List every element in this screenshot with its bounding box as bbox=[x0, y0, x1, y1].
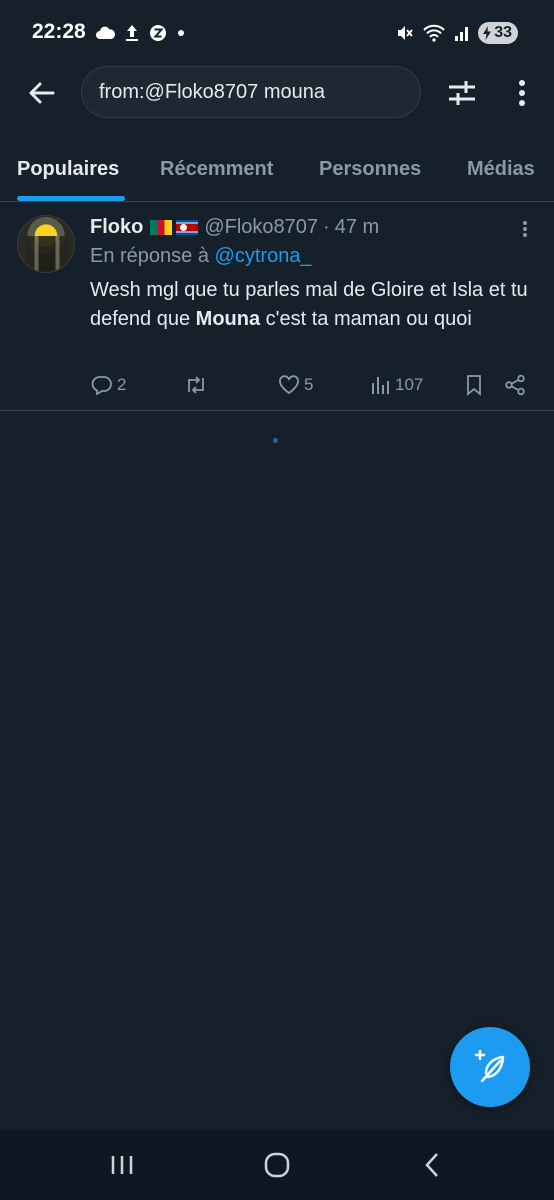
bar-chart-icon bbox=[372, 377, 389, 394]
tab-medias[interactable]: Médias bbox=[467, 158, 535, 181]
reply-prefix: En réponse à bbox=[90, 245, 209, 267]
app-z-icon bbox=[150, 25, 166, 41]
mute-icon bbox=[398, 26, 413, 40]
recent-apps-icon bbox=[111, 1156, 133, 1174]
sliders-icon bbox=[449, 81, 475, 105]
vertical-dots-icon bbox=[523, 221, 527, 237]
notification-dot-icon bbox=[178, 30, 184, 36]
tab-recemment[interactable]: Récemment bbox=[160, 158, 273, 181]
search-tabs: Populaires Récemment Personnes Médias bbox=[0, 140, 554, 202]
tab-populaires[interactable]: Populaires bbox=[17, 158, 119, 181]
tweet-more-button[interactable] bbox=[514, 218, 536, 240]
signal-icon bbox=[455, 27, 469, 41]
system-back-button[interactable] bbox=[412, 1148, 452, 1182]
bookmark-icon bbox=[467, 375, 481, 396]
north-korea-flag-icon bbox=[176, 220, 199, 235]
heart-icon bbox=[279, 375, 299, 395]
retweet-icon bbox=[188, 376, 204, 394]
status-icons-right: 33 bbox=[396, 20, 518, 46]
tweet-header: Floko @Floko8707 · 47 m bbox=[90, 216, 379, 239]
wifi-icon bbox=[423, 24, 445, 42]
tab-personnes[interactable]: Personnes bbox=[319, 158, 421, 181]
battery-level: 33 bbox=[494, 24, 512, 41]
reply-count: 2 bbox=[117, 375, 127, 394]
tweet-card[interactable]: Floko @Floko8707 · 47 m En réponse à @cy… bbox=[0, 202, 554, 411]
loading-indicator bbox=[273, 438, 278, 443]
like-count: 5 bbox=[304, 375, 314, 394]
more-options-button[interactable] bbox=[505, 74, 539, 112]
tweet-text-highlight: Mouna bbox=[195, 308, 261, 330]
display-name[interactable]: Floko bbox=[90, 216, 143, 239]
search-box[interactable] bbox=[81, 66, 421, 118]
user-handle[interactable]: @Floko8707 bbox=[204, 216, 318, 239]
reply-bubble-icon bbox=[91, 376, 112, 395]
upload-icon bbox=[126, 25, 138, 41]
charging-bolt-icon bbox=[483, 26, 492, 40]
tweet-text: Wesh mgl que tu parles mal de Gloire et … bbox=[90, 276, 530, 334]
status-icons-left bbox=[95, 20, 185, 46]
home-icon bbox=[264, 1152, 290, 1178]
arrow-left-icon bbox=[29, 82, 55, 104]
avatar[interactable] bbox=[17, 215, 75, 273]
tweet-text-part: c'est ta maman ou quoi bbox=[260, 308, 472, 330]
active-tab-indicator bbox=[17, 196, 125, 201]
cloud-icon bbox=[96, 26, 115, 39]
reply-context: En réponse à @cytrona_ bbox=[90, 245, 312, 268]
compose-tweet-button[interactable] bbox=[450, 1027, 530, 1107]
search-input[interactable] bbox=[99, 80, 420, 104]
view-count: 107 bbox=[395, 375, 424, 394]
cameroon-flag-icon bbox=[150, 220, 173, 235]
tweet-time[interactable]: 47 m bbox=[335, 216, 379, 239]
recent-apps-button[interactable] bbox=[102, 1148, 142, 1182]
system-navigation-bar bbox=[0, 1130, 554, 1200]
vertical-dots-icon bbox=[519, 80, 525, 106]
back-button[interactable] bbox=[22, 74, 60, 112]
views-button[interactable]: 107 bbox=[371, 372, 423, 398]
feather-plus-icon bbox=[474, 1049, 505, 1083]
filter-button[interactable] bbox=[443, 74, 481, 112]
reply-button[interactable]: 2 bbox=[91, 372, 126, 398]
reply-handle-link[interactable]: @cytrona_ bbox=[215, 245, 312, 267]
retweet-button[interactable] bbox=[184, 372, 212, 398]
status-time: 22:28 bbox=[32, 20, 86, 43]
chevron-left-icon bbox=[425, 1153, 438, 1177]
like-button[interactable]: 5 bbox=[278, 372, 313, 398]
share-icon bbox=[505, 374, 525, 396]
share-button[interactable] bbox=[504, 372, 526, 398]
home-button[interactable] bbox=[257, 1148, 297, 1182]
bookmark-button[interactable] bbox=[465, 372, 483, 398]
separator: · bbox=[323, 216, 330, 238]
battery-indicator: 33 bbox=[478, 22, 518, 44]
